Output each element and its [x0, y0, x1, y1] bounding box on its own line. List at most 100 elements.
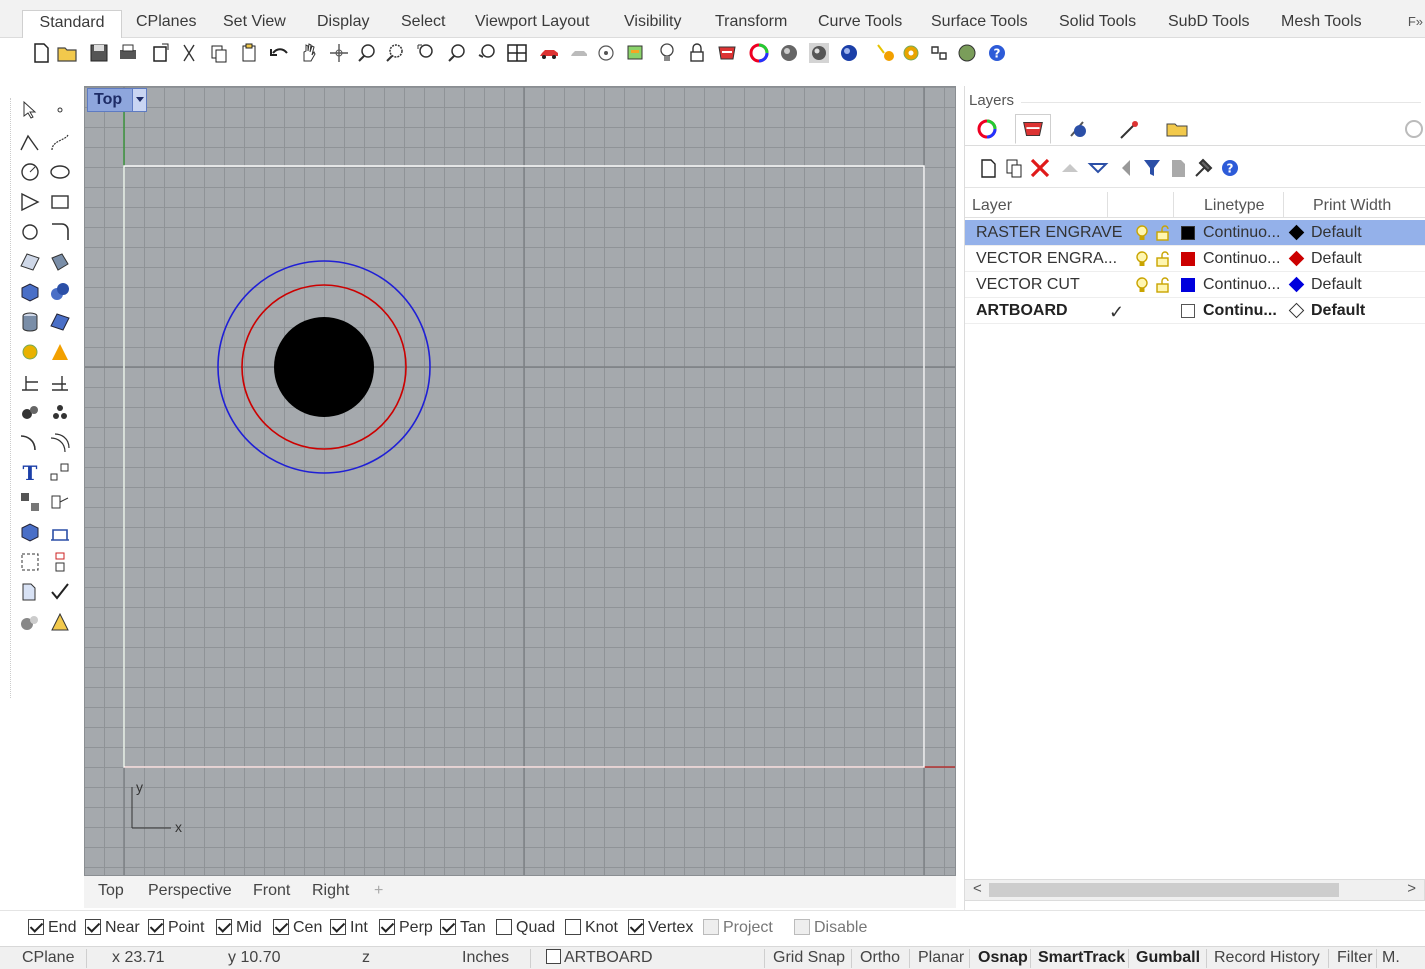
- paste-icon[interactable]: [238, 41, 260, 65]
- undo-icon[interactable]: [268, 41, 290, 65]
- scale-icon[interactable]: [48, 460, 72, 484]
- render-tab-icon[interactable]: [1063, 114, 1099, 144]
- select-point-icon[interactable]: [596, 41, 618, 65]
- fillet-icon[interactable]: [48, 220, 72, 244]
- options-gear-icon[interactable]: [900, 41, 922, 65]
- filter-icon[interactable]: [1141, 156, 1163, 180]
- render-icon[interactable]: [18, 610, 42, 634]
- osnap-toggle[interactable]: Osnap: [978, 949, 1028, 967]
- layer-row-artboard[interactable]: ARTBOARD ✓ Continu... Default: [965, 298, 1425, 324]
- layers-horizontal-scrollbar[interactable]: < >: [964, 879, 1425, 901]
- layer-name[interactable]: RASTER ENGRAVE: [976, 224, 1122, 242]
- toolbar-grip[interactable]: [10, 98, 14, 698]
- tab-standard[interactable]: Standard: [22, 10, 122, 38]
- select-arrow-icon[interactable]: [18, 98, 42, 122]
- viewport-tab-perspective[interactable]: Perspective: [148, 882, 232, 900]
- status-more[interactable]: M.: [1382, 949, 1400, 967]
- zoom-icon[interactable]: [356, 41, 378, 65]
- import-icon[interactable]: [150, 41, 172, 65]
- layer-color-swatch[interactable]: [1181, 226, 1195, 240]
- rectangle-icon[interactable]: [48, 190, 72, 214]
- unlock-icon[interactable]: [1155, 224, 1171, 242]
- layer-states-icon[interactable]: [1167, 156, 1189, 180]
- tab-curve-tools[interactable]: Curve Tools: [818, 13, 902, 35]
- planar-toggle[interactable]: Planar: [918, 949, 964, 967]
- point-icon[interactable]: [48, 98, 72, 122]
- points-icon[interactable]: [48, 400, 72, 424]
- layer-name[interactable]: VECTOR CUT: [976, 276, 1080, 294]
- units-indicator[interactable]: Inches: [462, 949, 509, 967]
- osnap-disable[interactable]: Disable: [794, 919, 867, 937]
- tabs-overflow-button[interactable]: F»: [1408, 14, 1423, 29]
- mesh-icon[interactable]: [48, 310, 72, 334]
- new-file-icon[interactable]: [30, 41, 52, 65]
- viewport-tab-top[interactable]: Top: [98, 882, 124, 900]
- copy-icon[interactable]: [208, 41, 230, 65]
- checkbox[interactable]: [628, 919, 644, 935]
- record-history-toggle[interactable]: Record History: [1214, 949, 1320, 967]
- new-sublayer-icon[interactable]: [1003, 156, 1025, 180]
- checkbox[interactable]: [85, 919, 101, 935]
- filter-toggle[interactable]: Filter: [1337, 949, 1373, 967]
- print-color-diamond[interactable]: [1288, 224, 1305, 241]
- tab-solid-tools[interactable]: Solid Tools: [1059, 13, 1136, 35]
- move-layer-down-icon[interactable]: [1087, 156, 1109, 180]
- extrude-icon[interactable]: [48, 250, 72, 274]
- scroll-right-icon[interactable]: >: [1407, 880, 1416, 897]
- viewport-canvas[interactable]: y x: [85, 87, 956, 876]
- group-icon[interactable]: [18, 400, 42, 424]
- properties-tab-icon[interactable]: [969, 114, 1005, 144]
- rendered-sphere-icon[interactable]: [808, 41, 830, 65]
- tab-viewport-layout[interactable]: Viewport Layout: [475, 13, 589, 35]
- layer-row-vector-cut[interactable]: VECTOR CUT Continuo... Default: [965, 272, 1425, 298]
- solid-box-icon[interactable]: [18, 520, 42, 544]
- surface-icon[interactable]: [18, 250, 42, 274]
- zoom-selected-icon[interactable]: [446, 41, 468, 65]
- tools-icon[interactable]: [1193, 156, 1215, 180]
- viewport-tab-front[interactable]: Front: [253, 882, 290, 900]
- circle-icon[interactable]: [18, 160, 42, 184]
- scrollbar-thumb[interactable]: [989, 883, 1339, 897]
- offset-curve-icon[interactable]: [48, 430, 72, 454]
- layer-color-swatch[interactable]: [1181, 304, 1195, 318]
- osnap-perp[interactable]: Perp: [379, 919, 433, 937]
- layout-icon[interactable]: [48, 520, 72, 544]
- layer-print-width[interactable]: Default: [1311, 276, 1362, 294]
- print-color-diamond[interactable]: [1288, 250, 1305, 267]
- layer-name[interactable]: VECTOR ENGRA...: [976, 250, 1117, 268]
- viewport-menu-dropdown[interactable]: [132, 89, 146, 111]
- print-icon[interactable]: [117, 41, 139, 65]
- osnap-tan[interactable]: Tan: [440, 919, 486, 937]
- layer-row-vector-engrave[interactable]: VECTOR ENGRA... Continuo... Default: [965, 246, 1425, 272]
- top-viewport[interactable]: y x Top: [84, 86, 956, 876]
- layer-linetype[interactable]: Continuo...: [1203, 276, 1280, 294]
- viewport-title-tab[interactable]: Top: [87, 88, 147, 112]
- cut-icon[interactable]: [178, 41, 200, 65]
- text-icon[interactable]: T: [18, 460, 42, 484]
- save-icon[interactable]: [88, 41, 110, 65]
- ortho-toggle[interactable]: Ortho: [860, 949, 900, 967]
- named-view-car-icon[interactable]: [538, 41, 560, 65]
- cplane-indicator[interactable]: CPlane: [22, 949, 74, 967]
- column-header-linetype[interactable]: Linetype: [1204, 197, 1265, 215]
- zoom-extents-icon[interactable]: [414, 41, 436, 65]
- block-icon[interactable]: [18, 490, 42, 514]
- analyze-icon[interactable]: [18, 580, 42, 604]
- osnap-mid[interactable]: Mid: [216, 919, 262, 937]
- tab-set-view[interactable]: Set View: [223, 13, 286, 35]
- linear-dim-icon[interactable]: [48, 370, 72, 394]
- grid-snap-toggle[interactable]: Grid Snap: [773, 949, 845, 967]
- color-wheel-icon[interactable]: [748, 41, 770, 65]
- artboard-rectangle[interactable]: [123, 165, 925, 768]
- plugin-icon[interactable]: [928, 41, 950, 65]
- add-viewport-tab-button[interactable]: +: [374, 882, 383, 900]
- light-bulb-icon[interactable]: [1135, 250, 1149, 268]
- ellipse-icon[interactable]: [48, 160, 72, 184]
- layer-linetype[interactable]: Continu...: [1203, 302, 1277, 320]
- checkbox[interactable]: [273, 919, 289, 935]
- material-sphere-icon[interactable]: [838, 41, 860, 65]
- move-layer-out-icon[interactable]: [1115, 156, 1137, 180]
- layer-color-swatch[interactable]: [1181, 278, 1195, 292]
- open-folder-icon[interactable]: [56, 41, 78, 65]
- properties-icon[interactable]: [624, 41, 646, 65]
